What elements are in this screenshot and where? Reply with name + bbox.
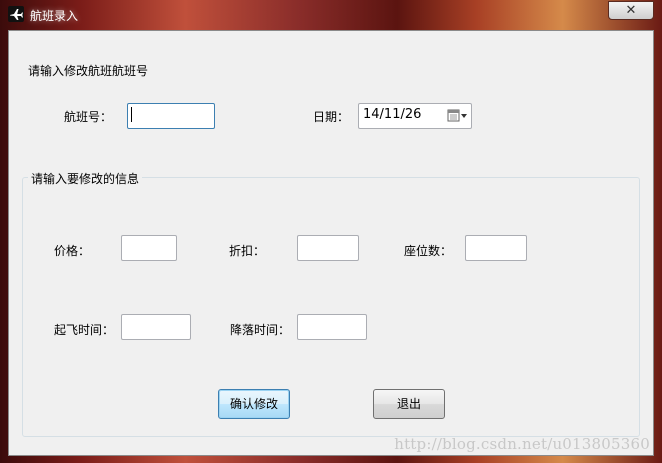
date-value: 14/11/26 — [363, 107, 422, 122]
app-window: 航班录入 ✕ 请输入修改航班航班号 航班号： 日期： 14/11/26 请输入要… — [0, 0, 662, 463]
edit-info-legend: 请输入要修改的信息 — [28, 170, 143, 187]
departure-time-input[interactable] — [121, 314, 191, 340]
calendar-dropdown-icon[interactable] — [447, 108, 469, 124]
date-picker[interactable]: 14/11/26 — [358, 103, 472, 129]
seats-label: 座位数： — [404, 244, 453, 258]
discount-label: 折扣： — [229, 244, 266, 258]
text-caret — [131, 107, 132, 122]
confirm-edit-button[interactable]: 确认修改 — [218, 389, 290, 419]
title-bar[interactable]: 航班录入 ✕ — [0, 0, 662, 30]
form-panel: 请输入修改航班航班号 航班号： 日期： 14/11/26 请输入要修改的信息 价… — [8, 30, 654, 456]
exit-label: 退出 — [396, 397, 421, 411]
discount-input[interactable] — [297, 235, 359, 261]
departure-time-label: 起飞时间： — [54, 323, 115, 337]
watermark: http://blog.csdn.net/u013805360 — [394, 435, 650, 453]
close-icon: ✕ — [625, 3, 637, 18]
airplane-icon — [8, 6, 24, 22]
confirm-edit-label: 确认修改 — [229, 397, 278, 411]
price-label: 价格： — [54, 244, 91, 258]
flight-no-input[interactable] — [127, 103, 215, 129]
window-title: 航班录入 — [30, 9, 79, 23]
search-prompt: 请输入修改航班航班号 — [28, 64, 149, 78]
date-label: 日期： — [313, 110, 350, 124]
seats-input[interactable] — [465, 235, 527, 261]
edit-info-group — [22, 177, 640, 437]
exit-button[interactable]: 退出 — [373, 389, 445, 419]
landing-time-label: 降落时间： — [230, 323, 291, 337]
landing-time-input[interactable] — [297, 314, 367, 340]
flight-no-label: 航班号： — [64, 110, 113, 124]
close-button[interactable]: ✕ — [608, 1, 654, 20]
price-input[interactable] — [121, 235, 177, 261]
